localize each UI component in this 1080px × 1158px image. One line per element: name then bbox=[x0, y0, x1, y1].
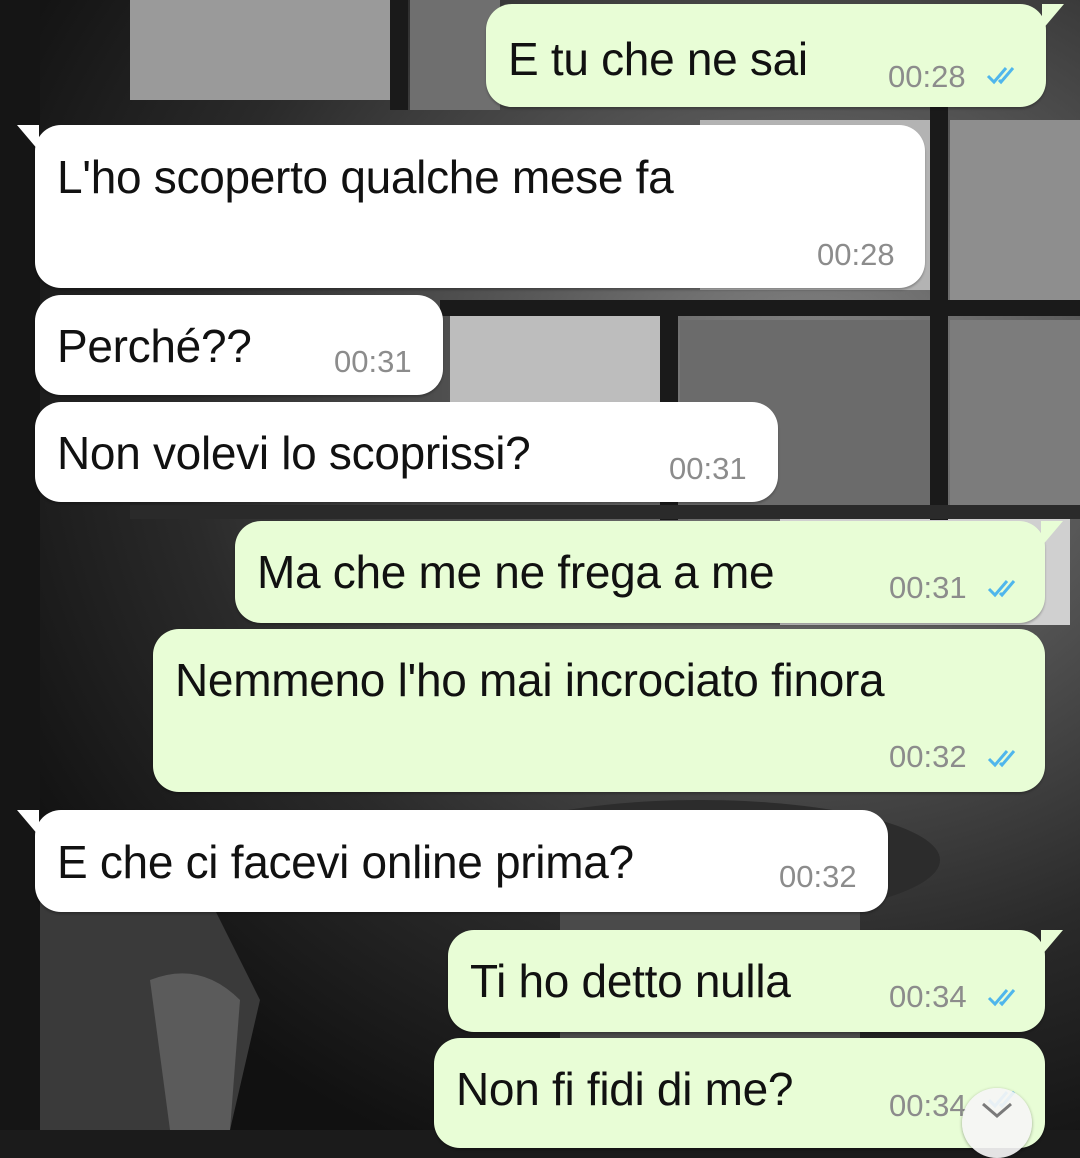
message-bubble-incoming[interactable]: Perché?? 00:31 bbox=[35, 295, 443, 395]
message-text: Nemmeno l'ho mai incrociato finora bbox=[175, 654, 885, 706]
message-text: Perché?? bbox=[57, 320, 252, 372]
chevron-down-icon bbox=[982, 1102, 1012, 1118]
message-bubble-outgoing[interactable]: Nemmeno l'ho mai incrociato finora 00:32 bbox=[153, 629, 1045, 792]
message-timestamp: 00:32 bbox=[779, 859, 857, 894]
message-timestamp: 00:32 bbox=[889, 739, 967, 774]
message-text: E tu che ne sai bbox=[508, 33, 808, 85]
message-bubble-incoming[interactable]: Non volevi lo scoprissi? 00:31 bbox=[35, 402, 778, 502]
double-check-icon bbox=[987, 989, 1016, 1007]
message-text: Non fi fidi di me? bbox=[456, 1063, 794, 1115]
message-text: Non volevi lo scoprissi? bbox=[57, 427, 531, 479]
scroll-down-button[interactable] bbox=[962, 1088, 1032, 1158]
message-bubble-incoming[interactable]: E che ci facevi online prima? 00:32 bbox=[17, 810, 888, 912]
message-timestamp: 00:34 bbox=[889, 1088, 967, 1123]
message-bubble-incoming[interactable]: L'ho scoperto qualche mese fa 00:28 bbox=[17, 125, 925, 288]
message-timestamp: 00:31 bbox=[334, 344, 412, 379]
message-timestamp: 00:31 bbox=[889, 570, 967, 605]
message-bubble-outgoing[interactable]: E tu che ne sai 00:28 bbox=[486, 4, 1064, 107]
double-check-icon bbox=[987, 750, 1016, 768]
double-check-icon bbox=[986, 67, 1015, 85]
message-timestamp: 00:34 bbox=[889, 979, 967, 1014]
message-text: Ti ho detto nulla bbox=[470, 955, 791, 1007]
message-bubble-outgoing[interactable]: Non fi fidi di me? 00:34 bbox=[434, 1038, 1045, 1148]
message-bubble-outgoing[interactable]: Ma che me ne frega a me 00:31 bbox=[235, 521, 1063, 623]
message-text: Ma che me ne frega a me bbox=[257, 546, 775, 598]
message-timestamp: 00:31 bbox=[669, 451, 747, 486]
message-text: E che ci facevi online prima? bbox=[57, 836, 634, 888]
message-timestamp: 00:28 bbox=[888, 59, 966, 94]
double-check-icon bbox=[987, 580, 1016, 598]
message-timestamp: 00:28 bbox=[817, 237, 895, 272]
message-text: L'ho scoperto qualche mese fa bbox=[57, 151, 674, 203]
message-bubble-outgoing[interactable]: Ti ho detto nulla 00:34 bbox=[448, 930, 1063, 1032]
